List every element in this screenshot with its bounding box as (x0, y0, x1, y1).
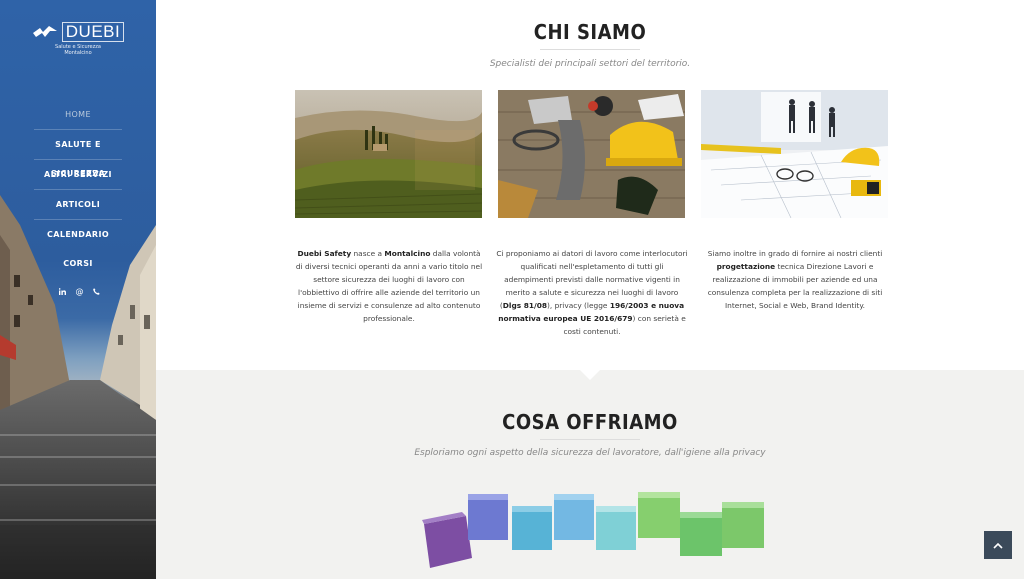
title-divider (540, 49, 640, 50)
intro-text-col-1: Duebi Safety nasce a Montalcino dalla vo… (293, 247, 485, 325)
scroll-to-top-button[interactable] (984, 531, 1012, 559)
main-content: CHI SIAMO Specialisti dei principali set… (156, 0, 1024, 579)
nav-item-articoli[interactable]: ARTICOLI (34, 190, 122, 220)
brand-name: DUEBI (61, 22, 125, 42)
intro-text-fragment: UE 2016/679 (580, 314, 633, 323)
intro-text-fragment: dalla volontà di diversi tecnici operant… (295, 249, 483, 323)
nav-item-altri-servizi[interactable]: ALTRI SERVIZI (34, 160, 122, 190)
at-icon[interactable]: @ (75, 287, 84, 296)
colored-blocks-image (422, 492, 764, 568)
intro-text-fragment: Siamo inoltre in grado di fornire ai nos… (707, 249, 883, 258)
linkedin-icon[interactable] (58, 287, 67, 296)
duebi-logo-icon (32, 26, 57, 37)
intro-text-fragment: Duebi Safety (297, 249, 352, 258)
nav-item-home[interactable]: HOME (34, 100, 122, 130)
intro-text-fragment: ), privacy (legge (546, 301, 610, 310)
nav-item-salute-e-sicurezza[interactable]: SALUTE E SICUREZZA (34, 130, 122, 178)
sidebar: DUEBI Salute e Sicurezza Montalcino HOME… (0, 0, 156, 579)
photo-design-office (701, 90, 888, 218)
intro-text-col-2: Ci proponiamo ai datori di lavoro come i… (496, 247, 688, 338)
section-subtitle-chi-siamo: Specialisti dei principali settori del t… (489, 59, 691, 69)
intro-text-fragment: Montalcino (384, 249, 431, 258)
nav-item-calendario-corsi[interactable]: CALENDARIO CORSI (34, 220, 122, 268)
section-divider-notch (580, 370, 600, 380)
section-title-cosa-offriamo: COSA OFFRIAMO (502, 410, 678, 434)
phone-icon[interactable] (92, 287, 101, 296)
intro-text-fragment: progettazione (716, 262, 776, 271)
intro-text-fragment: Dlgs 81/08 (502, 301, 547, 310)
intro-text-fragment: 196/2003 (609, 301, 649, 310)
photo-tuscany-landscape (295, 90, 482, 218)
section-title-chi-siamo: CHI SIAMO (533, 20, 647, 44)
chevron-up-icon (993, 542, 1003, 549)
photo-safety-equipment (498, 90, 685, 218)
brand-logo[interactable]: DUEBI Salute e Sicurezza Montalcino (0, 22, 156, 56)
brand-location: Montalcino (64, 50, 92, 56)
social-links: @ (58, 287, 101, 296)
section-subtitle-cosa-offriamo: Esploriamo ogni aspetto della sicurezza … (414, 448, 766, 458)
title-divider (540, 439, 640, 440)
main-nav: HOME SALUTE E SICUREZZA ALTRI SERVIZI AR… (34, 100, 122, 268)
intro-text-col-3: Siamo inoltre in grado di fornire ai nos… (699, 247, 891, 312)
intro-text-fragment: nasce a (351, 249, 385, 258)
